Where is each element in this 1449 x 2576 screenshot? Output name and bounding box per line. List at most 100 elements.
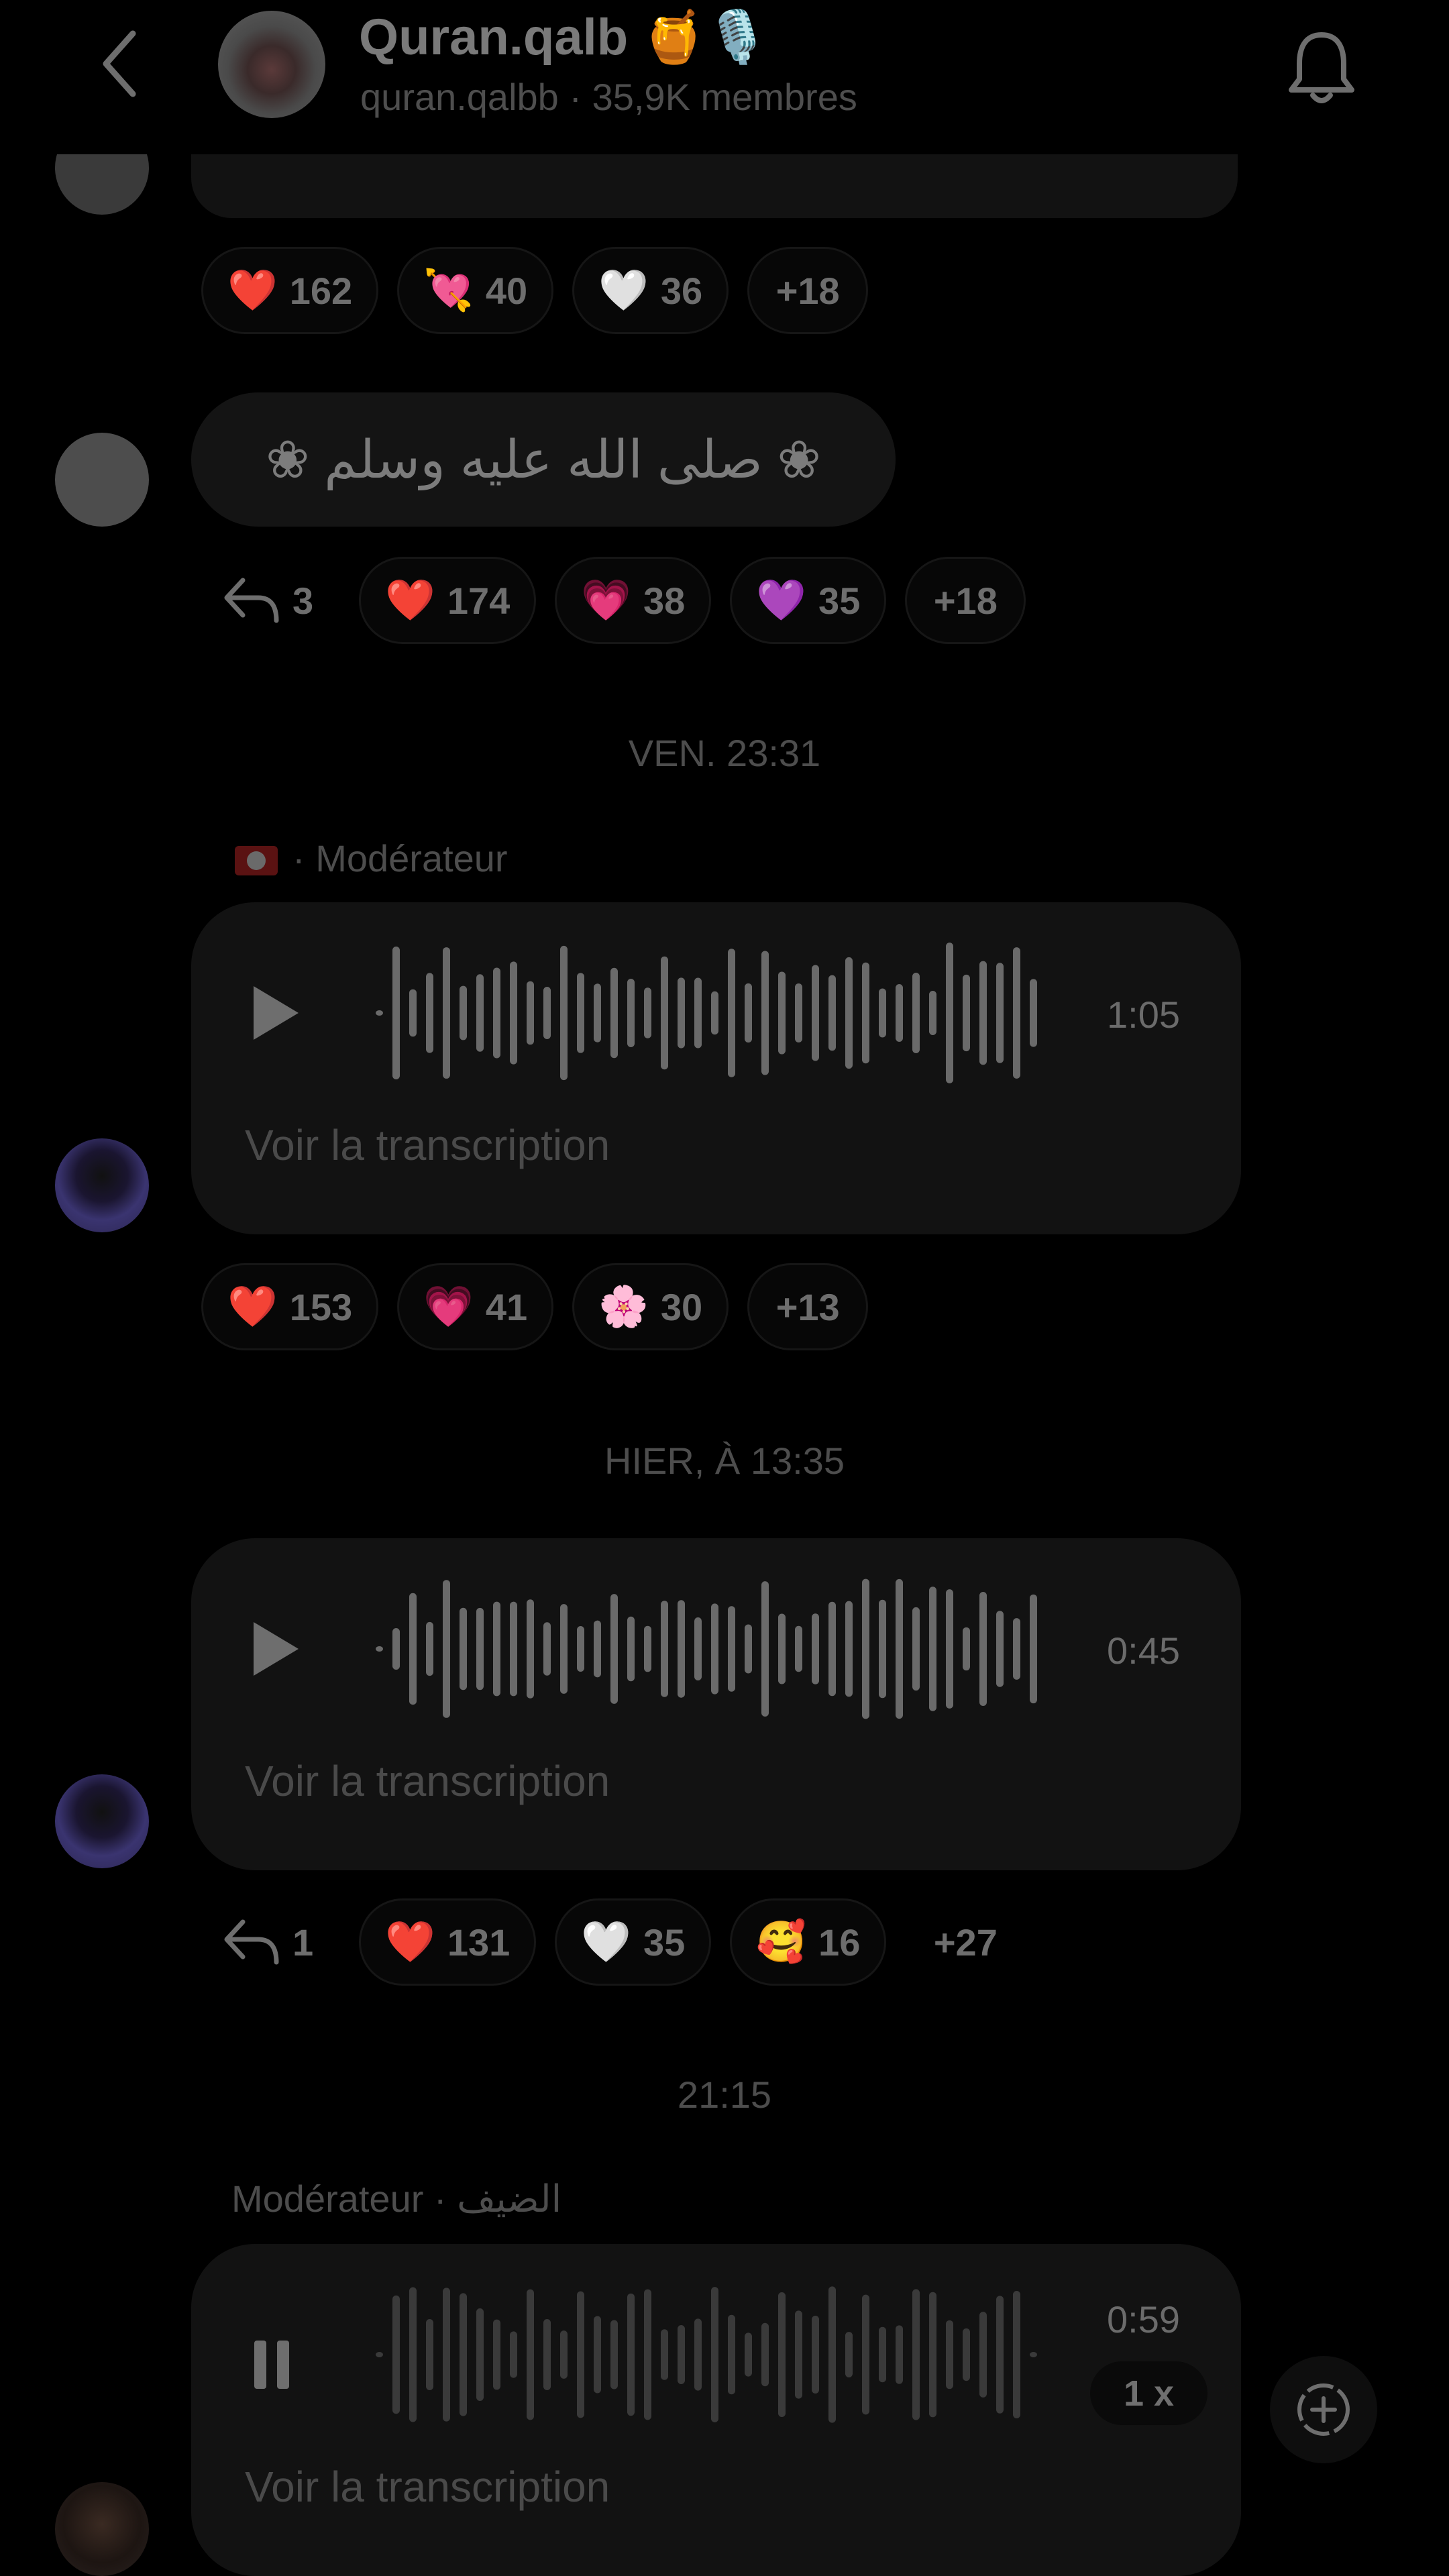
waveform-bar (862, 2294, 869, 2415)
waveform-bar (745, 983, 752, 1043)
tunisia-flag-icon (235, 846, 278, 875)
waveform-bar (1030, 979, 1037, 1047)
waveform-bar (493, 1601, 500, 1697)
waveform-bar (845, 957, 853, 1069)
reaction-pill[interactable]: ❤️ 153 (201, 1263, 379, 1350)
reaction-pill[interactable]: 💗 41 (397, 1263, 554, 1350)
waveform-bar (795, 2310, 802, 2399)
chat-header: Quran.qalb 🍯🎙️ quran.qalbb · 35,9K membr… (0, 0, 1449, 154)
waveform-bar (728, 2314, 735, 2395)
waveform-bar (392, 947, 400, 1079)
reply-count: 3 (292, 579, 314, 622)
waveform-bar (392, 2295, 400, 2414)
waveform-bar (560, 2330, 568, 2379)
reaction-count: 41 (485, 1285, 528, 1328)
bell-icon[interactable] (1285, 27, 1358, 107)
reply-icon (224, 1919, 279, 1965)
waveform[interactable] (349, 2281, 1046, 2428)
reaction-pill[interactable]: 🤍 35 (555, 1898, 712, 1986)
more-reactions-button[interactable]: +18 (905, 557, 1026, 644)
waveform-bar (644, 2289, 651, 2420)
pause-icon[interactable] (252, 2338, 292, 2392)
waveform-bar (896, 1578, 903, 1719)
reaction-row: 3 ❤️ 174 💗 38 💜 35 +18 (221, 557, 1026, 644)
waveform[interactable] (349, 1575, 1046, 1723)
waveform-bar (678, 1600, 685, 1698)
voice-message[interactable]: 1:05 Voir la transcription (191, 902, 1241, 1234)
waveform-bar (828, 975, 836, 1051)
view-transcription-link[interactable]: Voir la transcription (245, 1120, 610, 1170)
reaction-pill[interactable]: 🥰 16 (730, 1898, 887, 1986)
waveform-bar (745, 2332, 752, 2377)
reaction-count: 16 (818, 1921, 861, 1964)
view-transcription-link[interactable]: Voir la transcription (245, 2462, 610, 2512)
waveform-bar (627, 2293, 635, 2416)
reaction-pill[interactable]: ❤️ 162 (201, 247, 379, 334)
add-reaction-icon (1297, 2383, 1350, 2436)
more-reactions-button[interactable]: +18 (747, 247, 869, 334)
waveform-bar (543, 1622, 551, 1676)
reaction-row: ❤️ 153 💗 41 🌸 30 +13 (201, 1263, 869, 1350)
more-reactions-button[interactable]: +13 (747, 1263, 869, 1350)
waveform-bar (510, 2331, 517, 2378)
waveform-bar (443, 2288, 450, 2422)
waveform-bar (778, 971, 786, 1055)
play-icon[interactable] (248, 983, 302, 1043)
channel-title[interactable]: Quran.qalb 🍯🎙️ (359, 7, 769, 67)
reaction-count: 35 (818, 579, 861, 622)
waveform-bar (678, 2324, 685, 2385)
waveform[interactable] (349, 939, 1046, 1087)
waveform-bar (527, 1599, 534, 1699)
waveform-bar (929, 1587, 936, 1711)
reaction-pill[interactable]: 💜 35 (730, 557, 887, 644)
replies-button[interactable]: 3 (221, 557, 340, 644)
avatar[interactable] (55, 2482, 149, 2576)
waveform-bar (963, 1627, 970, 1671)
channel-avatar[interactable] (218, 11, 325, 118)
replies-button[interactable]: 1 (221, 1898, 340, 1986)
more-reactions-button[interactable]: +27 (905, 1898, 1026, 1986)
add-reaction-button[interactable] (1270, 2356, 1377, 2463)
reaction-pill[interactable]: 🌸 30 (572, 1263, 729, 1350)
waveform-bar (376, 1010, 383, 1016)
reaction-pill[interactable]: ❤️ 131 (359, 1898, 537, 1986)
avatar[interactable] (55, 1138, 149, 1232)
avatar[interactable] (55, 1774, 149, 1868)
waveform-bar (912, 972, 920, 1054)
reaction-pill[interactable]: 💘 40 (397, 247, 554, 334)
waveform-bar (912, 2289, 920, 2420)
message-bubble[interactable]: ❀ صلى الله عليه وسلم ❀ (191, 392, 896, 527)
heart-emoji: ❤️ (385, 578, 435, 623)
reaction-pill[interactable]: ❤️ 174 (359, 557, 537, 644)
waveform-bar (929, 2292, 936, 2418)
voice-duration: 0:59 (1107, 2298, 1180, 2341)
waveform-bar (711, 991, 718, 1035)
chevron-left-icon[interactable] (94, 27, 148, 101)
waveform-bar (694, 2318, 702, 2391)
waveform-bar (560, 945, 568, 1081)
waveform-bar (812, 2316, 819, 2394)
waveform-bar (661, 1601, 668, 1697)
waveform-bar (879, 1599, 886, 1699)
voice-message[interactable]: 0:45 Voir la transcription (191, 1538, 1241, 1870)
waveform-bar (610, 1594, 618, 1704)
playback-speed-button[interactable]: 1 x (1090, 2361, 1208, 2425)
waveform-bar (1013, 947, 1020, 1079)
play-icon[interactable] (248, 1619, 302, 1679)
message-text: ❀ صلى الله عليه وسلم ❀ (266, 429, 821, 489)
reaction-pill[interactable]: 🤍 36 (572, 247, 729, 334)
waveform-bar (527, 981, 534, 1045)
waveform-bar (577, 2291, 584, 2418)
waveform-bar (795, 983, 802, 1042)
voice-message[interactable]: 0:59 1 x Voir la transcription (191, 2244, 1241, 2576)
waveform-bar (594, 2316, 601, 2394)
pink-heart-emoji: 💗 (423, 1284, 474, 1329)
waveform-bar (627, 978, 635, 1048)
purple-heart-emoji: 💜 (756, 578, 807, 623)
view-transcription-link[interactable]: Voir la transcription (245, 1756, 610, 1806)
waveform-bar (376, 2352, 383, 2357)
heart-emoji: ❤️ (385, 1919, 435, 1964)
avatar[interactable] (55, 433, 149, 527)
waveform-bar (627, 1616, 635, 1682)
reaction-pill[interactable]: 💗 38 (555, 557, 712, 644)
